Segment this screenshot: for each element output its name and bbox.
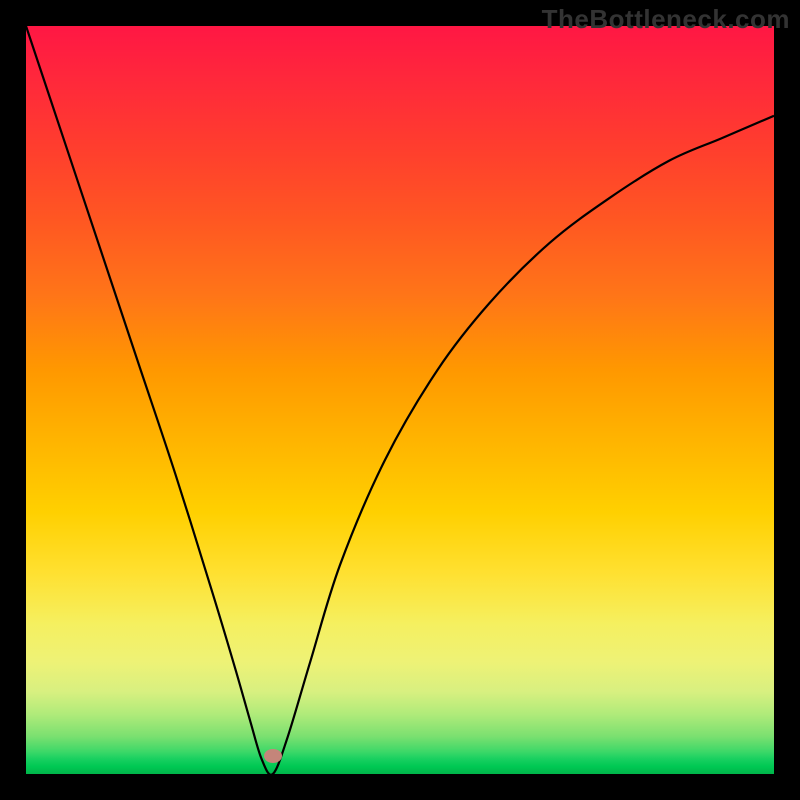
bottleneck-curve xyxy=(26,26,774,774)
watermark-text: TheBottleneck.com xyxy=(542,4,790,35)
optimum-marker xyxy=(264,749,282,763)
chart-plot-area xyxy=(26,26,774,774)
